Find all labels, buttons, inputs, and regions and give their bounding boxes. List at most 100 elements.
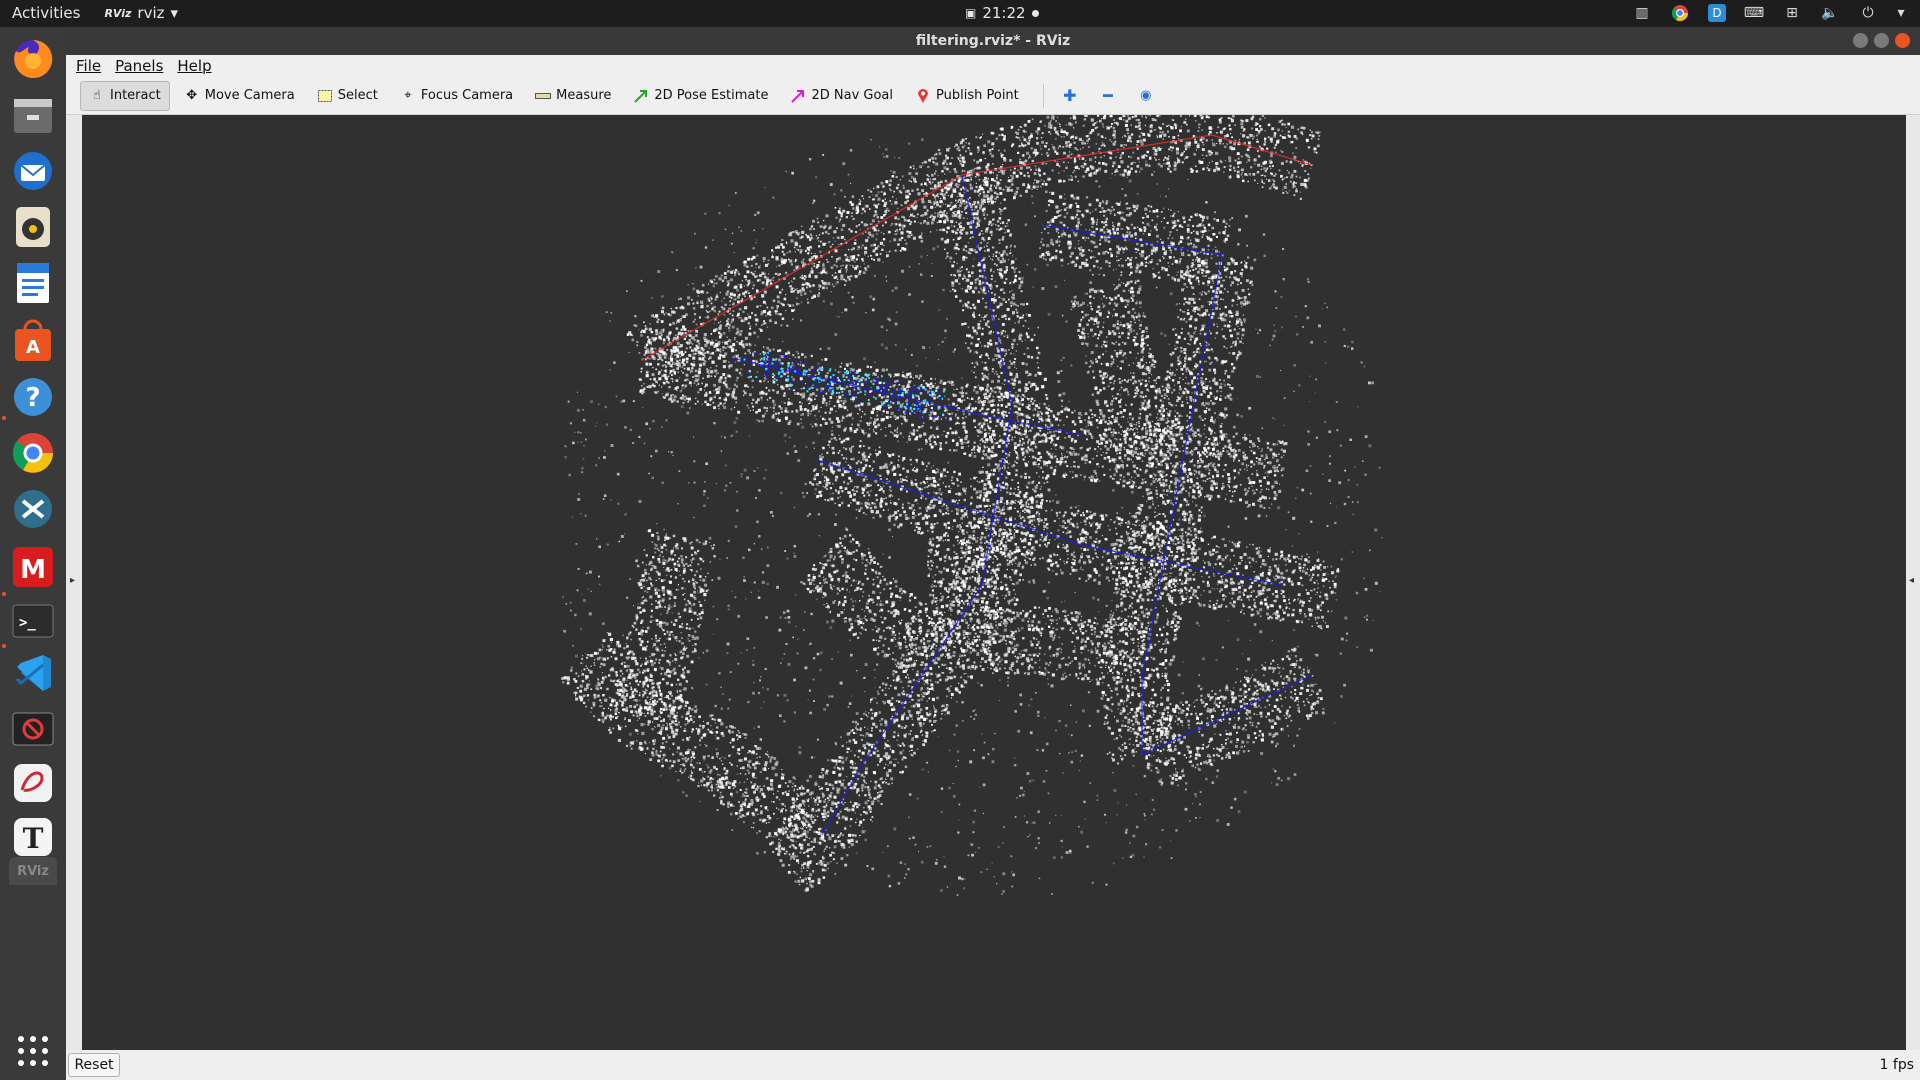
clock[interactable]: ▣ 21:22 bbox=[965, 4, 1039, 22]
vscode-icon[interactable] bbox=[9, 649, 57, 697]
publish-point-tool-button[interactable]: Publish Point bbox=[907, 81, 1027, 111]
cloud-point bbox=[1293, 194, 1296, 196]
cloud-point bbox=[1149, 156, 1152, 159]
cloud-point bbox=[1240, 125, 1244, 129]
thunderbird-icon[interactable] bbox=[9, 147, 57, 195]
mendeley-icon[interactable]: M bbox=[9, 543, 57, 591]
cloud-point bbox=[769, 319, 772, 323]
select-tool-button[interactable]: Select bbox=[309, 81, 386, 111]
cloud-point bbox=[959, 202, 961, 204]
cloud-point bbox=[965, 407, 969, 411]
cloud-point bbox=[1129, 136, 1131, 138]
screen-recorder-icon[interactable] bbox=[9, 705, 57, 753]
chevron-down-icon[interactable]: ▾ bbox=[1896, 3, 1906, 23]
cloud-point bbox=[1286, 169, 1288, 171]
cloud-point bbox=[1263, 182, 1265, 185]
cloud-point bbox=[710, 334, 712, 335]
typora-icon[interactable]: T bbox=[9, 813, 57, 861]
network-icon[interactable]: ⊞ bbox=[1782, 3, 1802, 23]
cloud-point bbox=[954, 279, 958, 283]
cloud-point bbox=[799, 363, 802, 366]
xmind-icon[interactable] bbox=[9, 485, 57, 533]
cloud-point bbox=[772, 389, 775, 392]
menu-help[interactable]: Help bbox=[177, 57, 211, 75]
volume-icon[interactable]: 🔈 bbox=[1820, 3, 1840, 23]
pose-estimate-tool-button[interactable]: 2D Pose Estimate bbox=[625, 81, 776, 111]
cloud-point bbox=[850, 258, 852, 260]
focus-camera-tool-button[interactable]: ⌖ Focus Camera bbox=[392, 81, 521, 111]
tool-properties-button[interactable]: ◉ bbox=[1130, 81, 1162, 111]
cloud-point bbox=[666, 335, 670, 339]
cloud-point bbox=[654, 337, 658, 340]
interact-label: Interact bbox=[110, 88, 161, 103]
writer-icon[interactable] bbox=[9, 259, 57, 307]
close-icon[interactable] bbox=[1895, 33, 1910, 48]
measure-tool-button[interactable]: Measure bbox=[527, 81, 619, 111]
files-icon[interactable] bbox=[9, 91, 57, 139]
cloud-point bbox=[676, 327, 679, 330]
cloud-point bbox=[1222, 485, 1225, 488]
rhythmbox-icon[interactable] bbox=[9, 203, 57, 251]
left-dock-handle[interactable]: ▸ bbox=[66, 115, 82, 1050]
minimize-icon[interactable] bbox=[1853, 33, 1868, 48]
maximize-icon[interactable] bbox=[1874, 33, 1889, 48]
interact-tool-button[interactable]: ☝ Interact bbox=[80, 80, 170, 111]
cloud-point bbox=[872, 249, 876, 253]
cloud-point bbox=[956, 442, 959, 444]
activities-button[interactable]: Activities bbox=[12, 4, 80, 22]
move-camera-tool-button[interactable]: ✥ Move Camera bbox=[176, 81, 303, 111]
power-icon[interactable]: ⏻ bbox=[1858, 3, 1878, 23]
app-menu[interactable]: RViz rviz ▾ bbox=[104, 4, 178, 22]
cloud-point bbox=[855, 258, 858, 261]
cloud-point bbox=[1003, 383, 1006, 386]
menu-file[interactable]: File bbox=[76, 57, 101, 75]
cloud-point bbox=[1172, 119, 1175, 121]
3d-viewport[interactable] bbox=[82, 115, 1906, 1050]
cloud-point bbox=[1246, 161, 1248, 163]
cloud-point bbox=[698, 363, 702, 367]
cloud-point bbox=[986, 248, 990, 252]
software-icon[interactable]: A bbox=[9, 317, 57, 365]
cloud-point bbox=[1060, 128, 1063, 131]
cloud-point bbox=[658, 354, 662, 357]
cloud-point bbox=[671, 310, 675, 314]
cloud-point bbox=[857, 423, 860, 427]
cloud-point bbox=[831, 274, 834, 276]
cloud-point bbox=[825, 404, 828, 407]
keyboard-icon[interactable]: ⌨ bbox=[1744, 3, 1764, 23]
chrome-icon[interactable] bbox=[9, 429, 57, 477]
cloud-point bbox=[785, 241, 787, 243]
cloud-point bbox=[1028, 314, 1031, 317]
app-grid-icon[interactable] bbox=[9, 1027, 57, 1075]
point-cloud-map[interactable] bbox=[82, 115, 1906, 1050]
menu-panels[interactable]: Panels bbox=[115, 57, 163, 75]
remove-tool-button[interactable]: ━ bbox=[1092, 81, 1124, 111]
cloud-point bbox=[675, 358, 677, 360]
cloud-point bbox=[1059, 125, 1061, 127]
cloud-point bbox=[724, 303, 727, 306]
cloud-point bbox=[998, 217, 1002, 220]
cloud-point bbox=[1025, 140, 1028, 143]
cloud-point bbox=[949, 208, 953, 211]
zotero-icon[interactable] bbox=[9, 759, 57, 807]
cloud-point bbox=[1098, 443, 1101, 445]
cloud-point bbox=[1034, 446, 1038, 449]
chrome-tray-icon[interactable] bbox=[1670, 3, 1690, 23]
rviz-icon[interactable]: RViz bbox=[9, 857, 57, 885]
dictionary-tray-icon[interactable]: D bbox=[1708, 4, 1726, 22]
help-icon[interactable]: ? bbox=[9, 373, 57, 421]
firefox-icon[interactable] bbox=[9, 35, 57, 83]
terminal-icon[interactable]: >_ bbox=[9, 597, 57, 645]
nav-goal-tool-button[interactable]: 2D Nav Goal bbox=[782, 81, 901, 111]
cloud-point bbox=[1268, 497, 1271, 499]
cloud-point bbox=[1271, 127, 1275, 131]
cloud-point bbox=[945, 162, 949, 166]
add-tool-button[interactable]: ✚ bbox=[1054, 81, 1086, 111]
cloud-point bbox=[977, 384, 979, 387]
cloud-point bbox=[1130, 441, 1132, 443]
indicator-icon[interactable]: ▥ bbox=[1632, 3, 1652, 23]
window-titlebar[interactable]: filtering.rviz* - RViz bbox=[66, 27, 1920, 55]
cloud-point bbox=[877, 203, 880, 205]
cloud-point bbox=[1113, 122, 1116, 124]
cloud-point bbox=[1239, 483, 1242, 486]
